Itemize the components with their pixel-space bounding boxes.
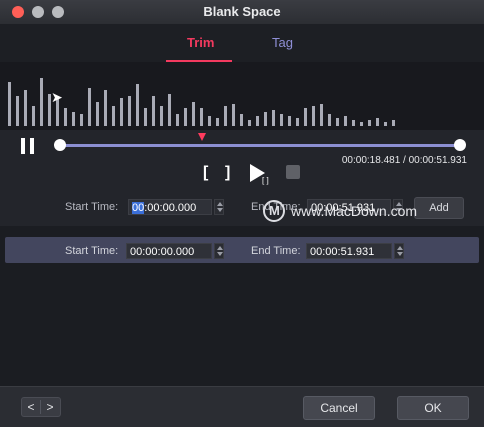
tab-bar: Trim Tag (0, 24, 484, 63)
waveform-bar (344, 116, 347, 126)
waveform-bar (352, 120, 355, 126)
segment-start-label: Start Time: (65, 245, 119, 257)
waveform-bar (288, 116, 291, 126)
segment-end-label: End Time: (251, 245, 301, 257)
tab-trim[interactable]: Trim (187, 35, 214, 50)
waveform-bar (360, 122, 363, 126)
bracket-right-icon[interactable]: ] (225, 164, 230, 182)
start-time-rest: :00:00.000 (144, 202, 197, 214)
waveform-bar (264, 112, 267, 126)
mouse-cursor-icon: ➤ (51, 89, 63, 105)
waveform-bar (184, 108, 187, 126)
waveform-bar (192, 102, 195, 126)
next-button[interactable]: > (41, 398, 59, 416)
waveform-bar (24, 90, 27, 126)
segment-navigation: < > (21, 397, 61, 417)
waveform-bar (64, 108, 67, 126)
waveform-bar (144, 108, 147, 126)
waveform-bar (128, 96, 131, 126)
segment-end-stepper[interactable] (394, 243, 404, 259)
waveform-bar (136, 84, 139, 126)
waveform-bar (384, 122, 387, 126)
segment-start-stepper[interactable] (214, 243, 224, 259)
waveform-bar (96, 102, 99, 126)
waveform-bar (232, 104, 235, 126)
waveform-bar (240, 114, 243, 126)
waveform-bar (296, 118, 299, 126)
waveform-bar (256, 116, 259, 126)
start-time-stepper[interactable] (214, 199, 224, 215)
bracket-left-icon[interactable]: [ (203, 164, 208, 182)
timeline-track[interactable] (60, 144, 460, 147)
waveform-bar (392, 120, 395, 126)
waveform-bar (32, 106, 35, 126)
waveform-bar (104, 90, 107, 126)
waveform-bar (224, 106, 227, 126)
waveform-bar (112, 106, 115, 126)
macdown-logo-icon: M (263, 200, 285, 222)
waveform-bar (328, 114, 331, 126)
cancel-button[interactable]: Cancel (303, 396, 375, 420)
waveform-bar (40, 78, 43, 126)
waveform-bar (120, 98, 123, 126)
waveform-display[interactable] (0, 62, 484, 130)
segment-start-input[interactable]: 00:00:00.000 (126, 243, 212, 259)
waveform-bar (72, 112, 75, 126)
waveform-bar (88, 88, 91, 126)
waveform-bar (336, 118, 339, 126)
add-button[interactable]: Add (414, 197, 464, 219)
waveform-graphic (8, 78, 395, 126)
waveform-bar (320, 104, 323, 126)
app-window: Blank Space Trim Tag ➤ 00:00:18.481 / 00… (0, 0, 484, 427)
trim-start-handle[interactable] (54, 139, 66, 151)
waveform-bar (8, 82, 11, 126)
title-bar: Blank Space (0, 0, 484, 25)
start-time-label: Start Time: (65, 201, 119, 213)
play-selection-label: [ ] (262, 176, 269, 185)
waveform-bar (160, 106, 163, 126)
waveform-bar (176, 114, 179, 126)
waveform-bar (152, 96, 155, 126)
waveform-bar (216, 118, 219, 126)
stop-icon[interactable] (286, 165, 300, 179)
waveform-bar (248, 120, 251, 126)
waveform-bar (16, 96, 19, 126)
waveform-bar (168, 94, 171, 126)
waveform-bar (304, 108, 307, 126)
previous-button[interactable]: < (22, 398, 40, 416)
time-readout: 00:00:18.481 / 00:00:51.931 (341, 155, 467, 166)
waveform-bar (280, 114, 283, 126)
window-title: Blank Space (203, 4, 281, 19)
pause-icon[interactable] (20, 138, 36, 154)
segment-list-area (0, 268, 484, 386)
waveform-bar (200, 108, 203, 126)
waveform-bar (312, 106, 315, 126)
waveform-bar (80, 114, 83, 126)
tab-tag[interactable]: Tag (272, 35, 293, 50)
playhead-marker[interactable] (198, 133, 207, 141)
waveform-bar (208, 116, 211, 126)
start-time-selected-segment: 00 (132, 202, 145, 214)
trim-end-handle[interactable] (454, 139, 466, 151)
watermark-text: www.MacDown.com (291, 203, 418, 219)
waveform-bar (368, 120, 371, 126)
waveform-bar (376, 118, 379, 126)
waveform-bar (272, 110, 275, 126)
ok-button[interactable]: OK (397, 396, 469, 420)
segment-end-input[interactable]: 00:00:51.931 (306, 243, 392, 259)
start-time-input[interactable]: 00:00:00.000 (128, 199, 212, 215)
